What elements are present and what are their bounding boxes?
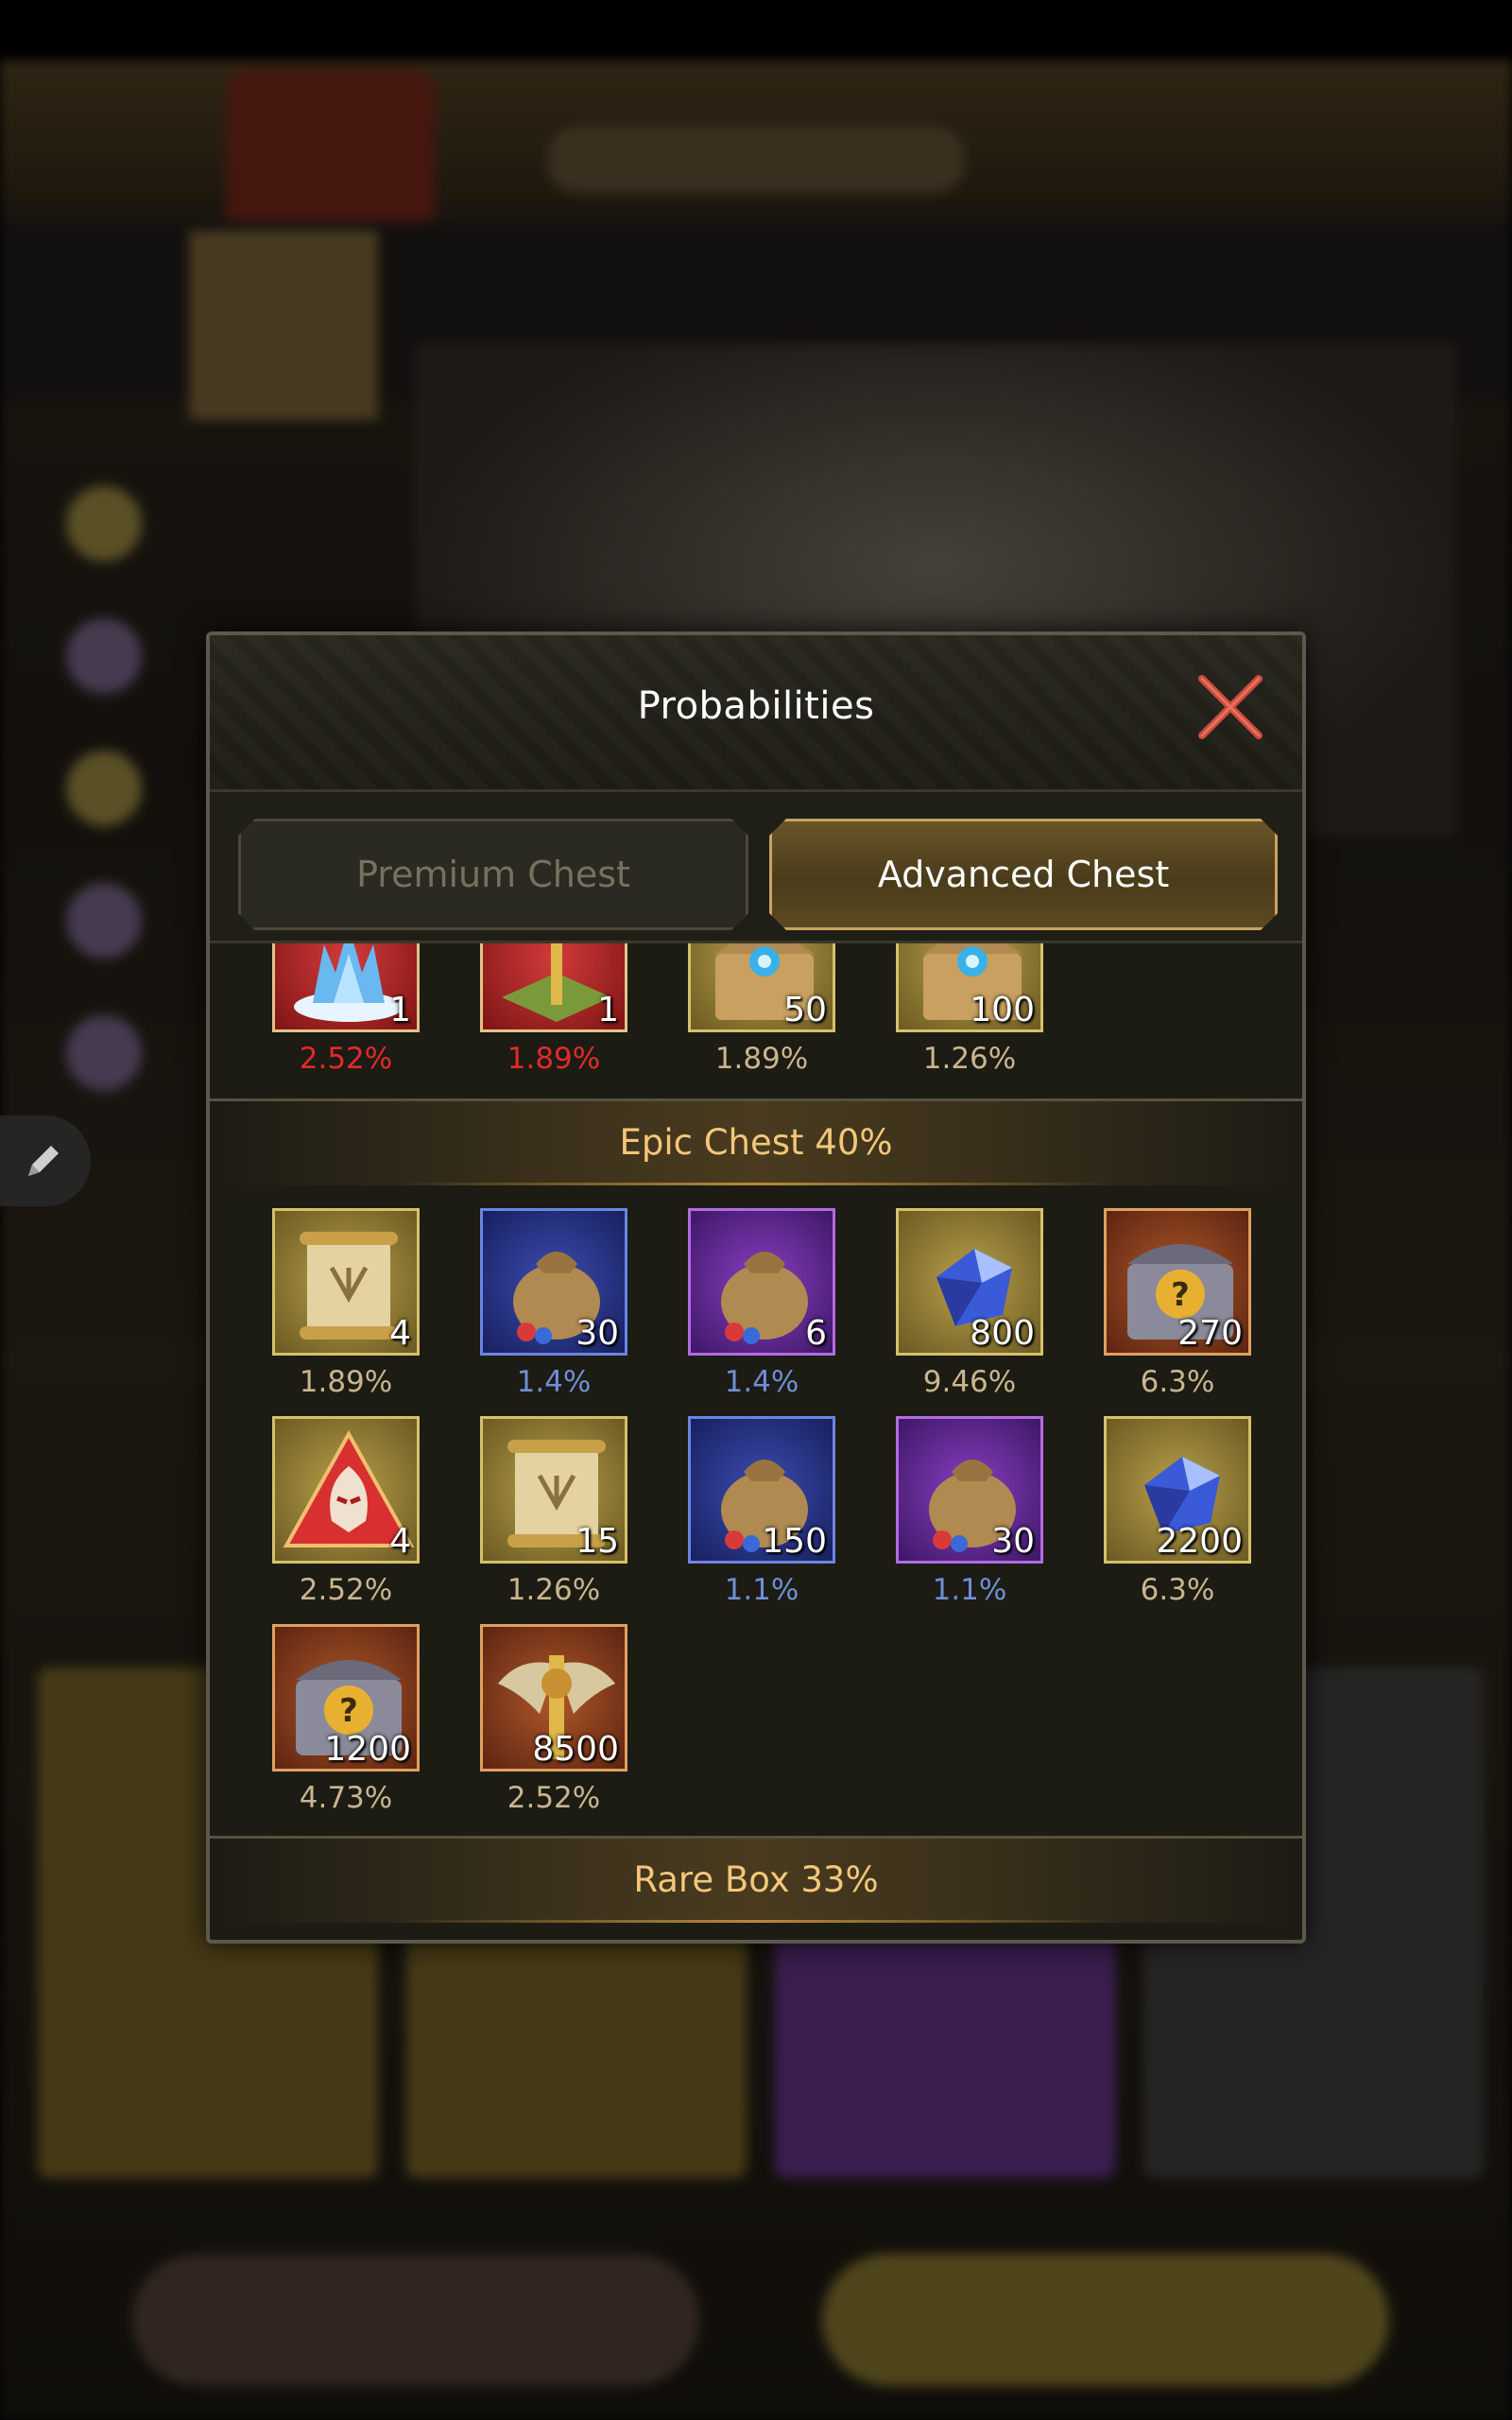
probability-label: 2.52% [507,1781,601,1815]
probabilities-dialog: Probabilities Premium Chest Advanced Che… [206,631,1306,1944]
reward-item[interactable]: 50 [688,943,835,1032]
reward-item[interactable]: 100 [896,943,1043,1032]
reward-item[interactable]: 1 [480,943,627,1032]
reward-item[interactable]: 15 [480,1416,627,1564]
probability-label: 2.52% [299,1573,393,1607]
probability-label: 1.89% [299,1365,393,1399]
probability-label: 6.3% [1140,1573,1215,1607]
probability-label: 1.1% [724,1573,799,1607]
reward-item[interactable]: 2200 [1104,1416,1251,1564]
probability-label: 4.73% [299,1781,393,1815]
chest-tabs: Premium Chest Advanced Chest [210,792,1302,943]
reward-item[interactable]: 150 [688,1416,835,1564]
reward-item[interactable]: 1 [272,943,420,1032]
probability-label: 1.26% [922,1042,1017,1076]
reward-item[interactable]: ? 270 [1104,1208,1251,1356]
probability-label: 1.4% [724,1365,799,1399]
dialog-title: Probabilities [637,684,875,728]
section-rare-box: Rare Box 33% [210,1836,1302,1923]
pencil-icon [28,1146,59,1176]
probability-label: 1.1% [932,1573,1007,1607]
reward-item[interactable]: 4 [272,1208,420,1356]
close-button[interactable] [1193,669,1268,745]
tab-advanced-chest[interactable]: Advanced Chest [769,819,1278,930]
svg-text:?: ? [339,1692,358,1730]
section-title: Epic Chest 40% [619,1122,893,1163]
reward-item[interactable]: 30 [896,1416,1043,1564]
svg-text:?: ? [1171,1276,1190,1314]
reward-item[interactable]: 30 [480,1208,627,1356]
reward-item[interactable]: 8500 [480,1624,627,1772]
close-icon [1198,675,1263,739]
edit-button[interactable] [0,1115,91,1206]
reward-item[interactable]: 4 [272,1416,420,1564]
reward-item[interactable]: 6 [688,1208,835,1356]
section-epic-chest: Epic Chest 40% [210,1098,1302,1185]
dialog-header: Probabilities [210,635,1302,792]
probability-label: 1.4% [516,1365,592,1399]
probability-label: 1.89% [714,1042,809,1076]
probability-label: 1.26% [507,1573,601,1607]
probability-label: 6.3% [1140,1365,1215,1399]
reward-item[interactable]: ? 1200 [272,1624,420,1772]
probability-label: 2.52% [299,1042,393,1076]
probability-label: 1.89% [507,1042,601,1076]
section-title: Rare Box 33% [633,1859,879,1900]
tab-premium-chest[interactable]: Premium Chest [238,819,748,930]
reward-item[interactable]: 800 [896,1208,1043,1356]
probability-list[interactable]: 1 1 50 100 2.52% 1.89% 1.89% 1.26% Epic … [210,943,1302,1940]
probability-label: 9.46% [922,1365,1017,1399]
